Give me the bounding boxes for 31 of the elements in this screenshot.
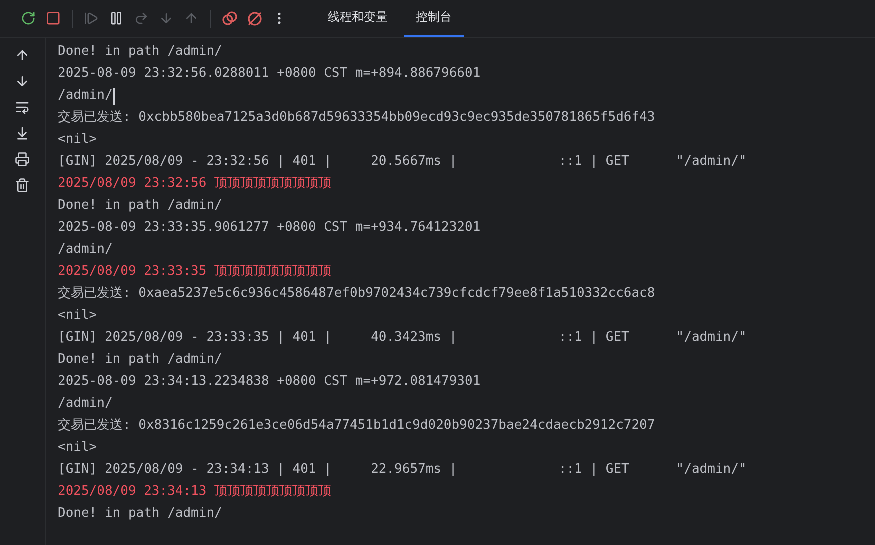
panel-tab[interactable]: 线程和变量	[316, 0, 400, 37]
log-line: <nil>	[58, 131, 98, 149]
arrow-down-icon	[15, 74, 30, 88]
log-line: <nil>	[58, 307, 98, 325]
log-line: <nil>	[58, 439, 98, 457]
log-line: 2025-08-09 23:34:13.2234838 +0800 CST m=+972.081479301	[58, 373, 481, 391]
print-button[interactable]	[14, 150, 32, 168]
log-line: Done! in path /admin/	[58, 197, 222, 215]
log-line: [GIN] 2025/08/09 - 23:33:35 | 401 | 40.3423ms | ::1 | GET "/admin/"	[58, 329, 747, 347]
trash-icon	[15, 178, 30, 192]
error-log-line: 2025/08/09 23:33:35 顶顶顶顶顶顶顶顶顶	[58, 263, 332, 281]
log-line: Done! in path /admin/	[58, 43, 222, 61]
log-line: /admin/	[58, 87, 113, 105]
error-log-line: 2025/08/09 23:32:56 顶顶顶顶顶顶顶顶顶	[58, 175, 332, 193]
log-line: 交易已发送: 0xaea5237e5c6c936c4586487ef0b9702434c739cfcdcf79ee8f1a510332cc6ac8	[58, 285, 656, 303]
log-line: 交易已发送: 0x8316c1259c261e3ce06d54a77451b1d1c9d020b90237bae24cdaecb2912c7207	[58, 417, 656, 435]
log-line: [GIN] 2025/08/09 - 23:32:56 | 401 | 20.5667ms | ::1 | GET "/admin/"	[58, 153, 747, 171]
log-line: /admin/	[58, 395, 113, 413]
log-line: /admin/	[58, 241, 113, 259]
log-line: Done! in path /admin/	[58, 351, 222, 369]
log-line: 2025-08-09 23:32:56.0288011 +0800 CST m=+894.886796601	[58, 65, 481, 83]
log-line: [GIN] 2025/08/09 - 23:34:13 | 401 | 22.9657ms | ::1 | GET "/admin/"	[58, 461, 747, 479]
scroll-end-icon	[15, 126, 30, 140]
panel-tab[interactable]: 控制台	[404, 0, 464, 37]
log-line: 2025-08-09 23:33:35.9061277 +0800 CST m=+934.764123201	[58, 219, 481, 237]
wrap-icon	[15, 100, 30, 114]
log-line: Done! in path /admin/	[58, 505, 222, 523]
log-line: 交易已发送: 0xcbb580bea7125a3d0b687d59633354bb09ecd93c9ec935de350781865f5d6f43	[58, 109, 656, 127]
print-icon	[15, 152, 30, 166]
error-log-line: 2025/08/09 23:34:13 顶顶顶顶顶顶顶顶顶	[58, 483, 332, 501]
trash-button[interactable]	[14, 176, 32, 194]
